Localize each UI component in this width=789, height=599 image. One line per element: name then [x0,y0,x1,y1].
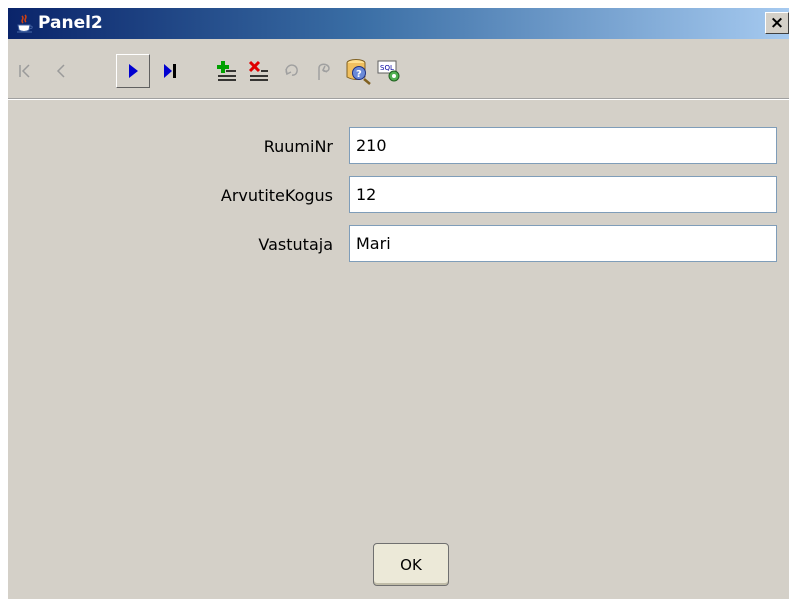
panel2-window: Panel2 × ? SQL RuumiNr 210 ArvutiteKogus… [8,8,789,599]
toolbar-divider [8,98,789,100]
undo-icon [285,64,298,76]
undo-button[interactable] [278,56,308,86]
insert-record-button[interactable] [213,56,243,86]
query-button[interactable]: ? [343,56,373,86]
first-icon [19,64,30,78]
query-database-icon: ? [346,59,371,85]
window-title: Panel2 [38,13,103,33]
insert-row-icon [217,61,236,81]
ruuminr-label: RuumiNr [263,137,333,156]
delete-row-icon [248,60,268,81]
sql-button[interactable]: SQL [374,56,404,86]
arvutitekogus-field[interactable] [349,176,777,213]
svg-text:?: ? [356,69,362,80]
previous-record-button[interactable] [46,56,76,86]
first-record-button[interactable] [10,56,40,86]
next-icon [129,64,138,78]
redo-button[interactable] [309,56,339,86]
arvutitekogus-label: ArvutiteKogus [220,186,333,205]
next-record-button[interactable] [116,54,150,88]
last-icon [164,64,176,78]
ruuminr-field[interactable] [349,127,777,164]
close-icon: × [769,13,785,33]
redo-icon [318,63,330,80]
close-button[interactable]: × [765,12,789,34]
java-icon [17,14,33,33]
sql-text: SQL [380,64,394,72]
vastutaja-field[interactable] [349,225,777,262]
last-record-button[interactable] [156,56,186,86]
title-bar[interactable]: Panel2 × [8,8,789,39]
delete-record-button[interactable] [245,56,275,86]
previous-icon [56,64,65,78]
ok-button[interactable]: OK [373,543,449,586]
vastutaja-label: Vastutaja [258,235,333,254]
navigation-toolbar: ? SQL [8,39,789,99]
sql-icon: SQL [377,60,400,82]
